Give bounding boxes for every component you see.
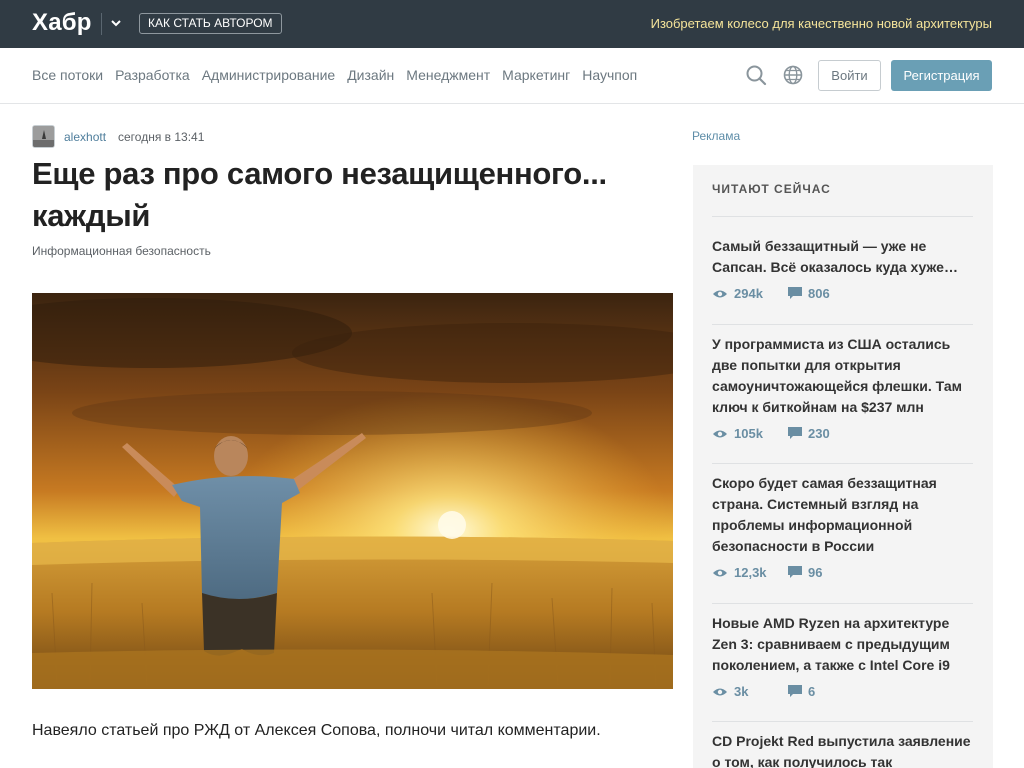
- become-author-button[interactable]: КАК СТАТЬ АВТОРОМ: [139, 13, 282, 34]
- views-count: 294k: [712, 286, 788, 301]
- comments-count[interactable]: 6: [788, 684, 815, 699]
- views-count: 12,3k: [712, 565, 788, 580]
- site-logo[interactable]: Хабр: [32, 9, 92, 37]
- list-item-meta: 3k 6: [712, 684, 973, 699]
- comments-count[interactable]: 96: [788, 565, 822, 580]
- chevron-down-icon[interactable]: [108, 15, 124, 31]
- list-item[interactable]: Новые AMD Ryzen на архитектуре Zen 3: ср…: [712, 613, 973, 699]
- list-item[interactable]: У программиста из США остались две попыт…: [712, 334, 973, 441]
- list-item[interactable]: Скоро будет самая беззащитная страна. Си…: [712, 473, 973, 580]
- nav-item-popsci[interactable]: Научпоп: [582, 67, 637, 83]
- list-item-title[interactable]: CD Projekt Red выпустила заявление о том…: [712, 731, 973, 768]
- nav-item-management[interactable]: Менеджмент: [406, 67, 490, 83]
- nav-item-development[interactable]: Разработка: [115, 67, 190, 83]
- eye-icon: [713, 569, 727, 576]
- list-item[interactable]: Самый беззащитный — уже не Сапсан. Всё о…: [712, 236, 973, 301]
- top-bar: Хабр КАК СТАТЬ АВТОРОМ Изобретаем колесо…: [0, 0, 1024, 48]
- comments-count[interactable]: 806: [788, 286, 830, 301]
- register-button[interactable]: Регистрация: [891, 60, 992, 91]
- search-icon[interactable]: [745, 64, 767, 86]
- nav-item-all[interactable]: Все потоки: [32, 67, 103, 83]
- comment-icon: [788, 287, 802, 299]
- reading-now-block: ЧИТАЮТ СЕЙЧАС Самый беззащитный — уже не…: [693, 165, 993, 768]
- sidebar-divider: [712, 721, 973, 722]
- list-item-meta: 12,3k 96: [712, 565, 973, 580]
- sidebar-heading: ЧИТАЮТ СЕЙЧАС: [712, 182, 831, 196]
- login-button[interactable]: Войти: [818, 60, 881, 91]
- sidebar-divider: [712, 324, 973, 325]
- sidebar-divider: [712, 603, 973, 604]
- page-title: Еще раз про самого незащищенного... кажд…: [32, 156, 607, 233]
- avatar-image: [33, 126, 54, 147]
- comments-count[interactable]: 230: [788, 426, 830, 441]
- list-item-meta: 294k 806: [712, 286, 973, 301]
- post-time: сегодня в 13:41: [118, 130, 205, 144]
- comment-icon: [788, 566, 802, 578]
- globe-icon[interactable]: [783, 65, 803, 85]
- list-item[interactable]: CD Projekt Red выпустила заявление о том…: [712, 731, 973, 768]
- views-count: 3k: [712, 684, 788, 699]
- list-item-title[interactable]: У программиста из США остались две попыт…: [712, 334, 973, 418]
- sidebar-divider: [712, 216, 973, 217]
- logo-divider: [101, 13, 102, 35]
- nav-item-marketing[interactable]: Маркетинг: [502, 67, 570, 83]
- ad-label[interactable]: Реклама: [692, 129, 740, 143]
- list-item-title[interactable]: Новые AMD Ryzen на архитектуре Zen 3: ср…: [712, 613, 973, 676]
- list-item-title[interactable]: Самый беззащитный — уже не Сапсан. Всё о…: [712, 236, 973, 278]
- article-lead: Навеяло статьей про РЖД от Алексея Сопов…: [32, 722, 601, 739]
- nav-item-admin[interactable]: Администрирование: [202, 67, 336, 83]
- comment-icon: [788, 427, 802, 439]
- nav-flows: Все потоки Разработка Администрирование …: [32, 67, 649, 83]
- list-item-title[interactable]: Скоро будет самая беззащитная страна. Си…: [712, 473, 973, 557]
- list-item-meta: 105k 230: [712, 426, 973, 441]
- avatar[interactable]: [32, 125, 55, 148]
- nav-item-design[interactable]: Дизайн: [347, 67, 394, 83]
- eye-icon: [713, 688, 727, 695]
- hub-link[interactable]: Информационная безопасность: [32, 244, 211, 258]
- header-slogan[interactable]: Изобретаем колесо для качественно новой …: [651, 16, 992, 31]
- eye-icon: [713, 430, 727, 437]
- author-link[interactable]: alexhott: [64, 130, 106, 144]
- hero-image: [32, 293, 673, 689]
- comment-icon: [788, 685, 802, 697]
- eye-icon: [713, 290, 727, 297]
- sidebar-divider: [712, 463, 973, 464]
- views-count: 105k: [712, 426, 788, 441]
